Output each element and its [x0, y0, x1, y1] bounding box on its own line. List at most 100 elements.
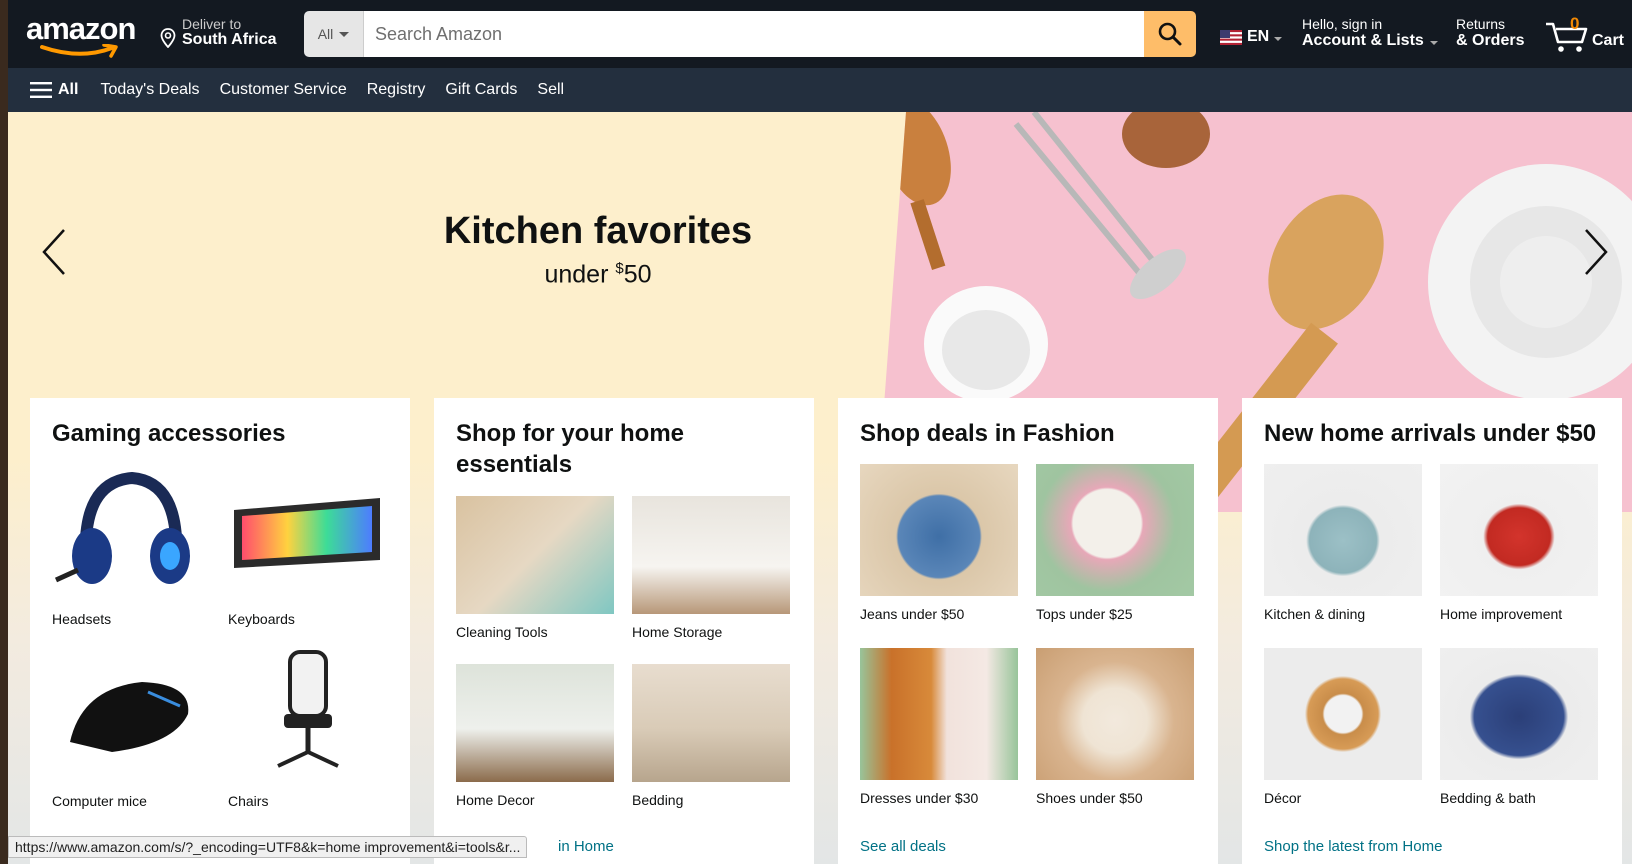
nav-item-customer-service[interactable]: Customer Service	[220, 81, 347, 99]
tile-label: Dresses under $30	[860, 790, 979, 806]
paint-cans-image	[1440, 464, 1598, 596]
tile-home-improvement[interactable]: Home improvement	[1440, 464, 1598, 622]
hero-subtitle: under $50	[308, 260, 888, 289]
tile-label: Keyboards	[228, 611, 295, 627]
search-bar: All	[304, 11, 1196, 57]
all-menu-button[interactable]: All	[30, 81, 78, 99]
tile-label: Computer mice	[52, 793, 147, 809]
location-pin-icon	[160, 28, 176, 48]
tops-image	[1036, 464, 1194, 596]
jeans-image	[860, 464, 1018, 596]
tile-label: Kitchen & dining	[1264, 606, 1366, 622]
tile-home-storage[interactable]: Home Storage	[632, 496, 790, 640]
tile-cleaning-tools[interactable]: Cleaning Tools	[456, 496, 614, 640]
language-code: EN	[1247, 28, 1270, 45]
card-gaming-accessories: Gaming accessories Headsets Keyboards Co…	[30, 398, 410, 864]
chevron-left-icon[interactable]	[36, 222, 76, 282]
card-home-essentials: Shop for your home essentials Cleaning T…	[434, 398, 814, 864]
tile-keyboards[interactable]: Keyboards	[228, 464, 386, 627]
cart-label: Cart	[1592, 32, 1625, 49]
browser-page: amazon Deliver to South Africa All Searc…	[8, 0, 1632, 864]
shop-latest-home-link[interactable]: Shop the latest from Home	[1264, 838, 1442, 855]
hero-subtitle-prefix: under	[544, 260, 616, 289]
tile-bedding-bath[interactable]: Bedding & bath	[1440, 648, 1598, 806]
language-selector[interactable]: EN	[1220, 28, 1283, 46]
tile-label: Jeans under $50	[860, 606, 965, 622]
tile-label: Home improvement	[1440, 606, 1563, 622]
returns-and-orders[interactable]: Returns & Orders	[1456, 16, 1524, 50]
storage-image	[632, 496, 790, 614]
cart-icon	[1546, 22, 1588, 52]
card-new-home-arrivals: New home arrivals under $50 Kitchen & di…	[1242, 398, 1622, 864]
deliver-country: South Africa	[182, 31, 277, 48]
tile-label: Tops under $25	[1036, 606, 1133, 622]
keyboard-image	[228, 464, 386, 596]
account-lists-label: Account & Lists	[1302, 32, 1424, 49]
tile-tops[interactable]: Tops under $25	[1036, 464, 1194, 622]
mirror-image	[1264, 648, 1422, 780]
tile-jeans[interactable]: Jeans under $50	[860, 464, 1018, 622]
search-category-label: All	[317, 26, 334, 42]
status-url-bar: https://www.amazon.com/s/?_encoding=UTF8…	[8, 836, 528, 858]
shoes-image	[1036, 648, 1194, 780]
card-title: Shop deals in Fashion	[860, 420, 1115, 447]
tile-decor[interactable]: Décor	[1264, 648, 1422, 806]
chevron-right-icon[interactable]	[1574, 222, 1614, 282]
tile-label: Chairs	[228, 793, 269, 809]
see-all-deals-link[interactable]: See all deals	[860, 838, 946, 855]
tile-kitchen-dining[interactable]: Kitchen & dining	[1264, 464, 1422, 622]
tile-label: Headsets	[52, 611, 112, 627]
tile-label: Bedding	[632, 792, 684, 808]
amazon-logo[interactable]: amazon	[26, 11, 144, 58]
secondary-nav: All Today's Deals Customer Service Regis…	[8, 68, 1632, 112]
hero-subtitle-currency: $	[615, 260, 624, 277]
tile-label: Shoes under $50	[1036, 790, 1143, 806]
card-title: Gaming accessories	[52, 420, 286, 447]
cleaning-image	[456, 496, 614, 614]
nav-item-sell[interactable]: Sell	[537, 81, 564, 99]
us-flag-icon	[1220, 29, 1242, 45]
tile-home-decor[interactable]: Home Decor	[456, 664, 614, 808]
returns-label: Returns	[1456, 16, 1506, 32]
hero-title: Kitchen favorites	[443, 210, 753, 252]
tile-bedding[interactable]: Bedding	[632, 664, 790, 808]
tile-dresses[interactable]: Dresses under $30	[860, 648, 1018, 806]
headset-image	[52, 464, 210, 596]
caret-down-icon	[339, 31, 350, 37]
caret-down-icon	[1429, 41, 1438, 45]
account-lists-row: Account & Lists	[1302, 32, 1438, 50]
tile-computer-mice[interactable]: Computer mice	[52, 648, 210, 809]
tile-chairs[interactable]: Chairs	[228, 648, 386, 809]
tile-label: Décor	[1264, 790, 1302, 806]
mouse-image	[52, 648, 210, 778]
caret-down-icon	[1274, 37, 1283, 41]
dutch-oven-image	[1264, 464, 1422, 596]
search-button[interactable]	[1144, 11, 1196, 57]
orders-label: & Orders	[1456, 32, 1525, 49]
tile-label: Bedding & bath	[1440, 790, 1536, 806]
see-more-home-link[interactable]: in Home	[558, 838, 614, 855]
tile-shoes[interactable]: Shoes under $50	[1036, 648, 1194, 806]
tile-label: Home Storage	[632, 624, 723, 640]
decor-image	[456, 664, 614, 782]
search-input[interactable]	[364, 11, 1144, 57]
bedding-image	[632, 664, 790, 782]
cart-button[interactable]: 0 Cart	[1544, 14, 1630, 54]
search-category-dropdown[interactable]: All	[304, 11, 364, 57]
pillow-image	[1440, 648, 1598, 780]
account-and-lists[interactable]: Hello, sign in Account & Lists	[1302, 16, 1438, 50]
hamburger-menu-icon	[30, 82, 52, 98]
hero-subtitle-amount: 50	[623, 260, 652, 289]
chair-image	[228, 648, 386, 778]
dresses-image	[860, 648, 1018, 780]
nav-item-todays-deals[interactable]: Today's Deals	[100, 81, 199, 99]
tile-label: Home Decor	[456, 792, 535, 808]
tile-headsets[interactable]: Headsets	[52, 464, 210, 627]
top-header: amazon Deliver to South Africa All Searc…	[8, 0, 1632, 68]
logo-wordmark: amazon	[26, 11, 136, 46]
nav-item-gift-cards[interactable]: Gift Cards	[445, 81, 517, 99]
nav-item-registry[interactable]: Registry	[367, 81, 426, 99]
tile-label: Cleaning Tools	[456, 624, 548, 640]
card-title: New home arrivals under $50	[1264, 420, 1597, 447]
search-icon	[1158, 22, 1182, 46]
